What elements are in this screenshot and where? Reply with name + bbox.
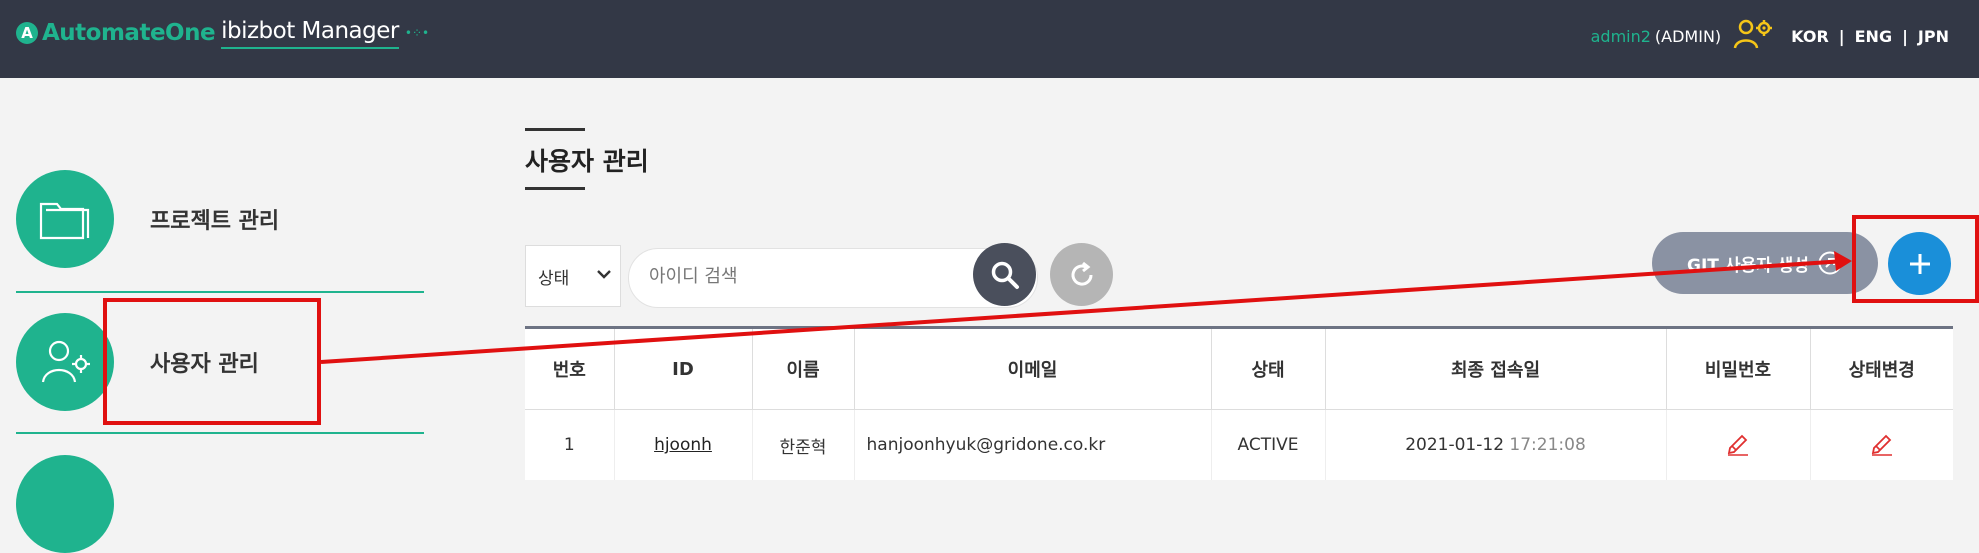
annotation-arrow	[320, 251, 1852, 364]
